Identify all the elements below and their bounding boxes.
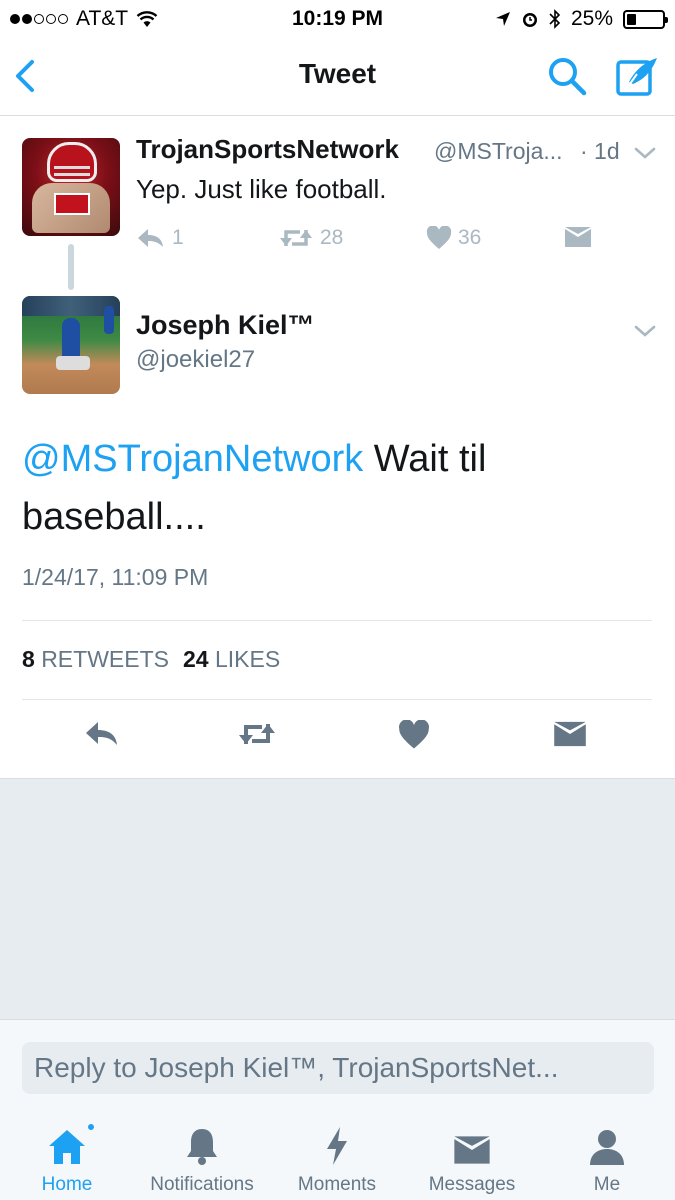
retweet-total: 8 bbox=[22, 646, 35, 672]
nav-bar: Tweet bbox=[0, 38, 675, 116]
retweets-stat[interactable]: 8 RETWEETS bbox=[22, 646, 169, 673]
avatar[interactable] bbox=[22, 296, 120, 394]
tweet-stats: 8 RETWEETS 24 LIKES bbox=[22, 646, 280, 673]
notification-dot bbox=[86, 1122, 96, 1132]
reply-bar: Reply to Joseph Kiel™, TrojanSportsNet..… bbox=[0, 1020, 675, 1110]
lightning-icon bbox=[327, 1127, 347, 1165]
tab-bar: Home Notifications Moments Messages Me bbox=[0, 1110, 675, 1200]
tweet-actions: 1 28 36 bbox=[136, 226, 606, 256]
likes-stat[interactable]: 24 LIKES bbox=[183, 646, 280, 673]
reply-button[interactable]: 1 bbox=[136, 226, 184, 250]
author-name[interactable]: Joseph Kiel™ bbox=[136, 310, 315, 341]
reply-icon[interactable] bbox=[84, 720, 120, 748]
avatar[interactable] bbox=[22, 138, 120, 236]
retweet-count: 28 bbox=[320, 226, 344, 249]
status-bar: AT&T 10:19 PM 25% bbox=[0, 0, 675, 38]
retweet-icon bbox=[280, 230, 312, 246]
tweet-text: Yep. Just like football. bbox=[136, 174, 387, 204]
envelope-icon[interactable] bbox=[553, 720, 587, 748]
author-handle: @MSTroja... bbox=[434, 138, 563, 164]
battery-icon bbox=[623, 9, 668, 29]
tweet-text: @MSTrojanNetwork Wait til baseball.... bbox=[22, 430, 642, 546]
battery-percent: 25% bbox=[570, 7, 613, 30]
tweet-actions bbox=[0, 718, 675, 762]
tab-label: Me bbox=[593, 1174, 621, 1195]
heart-icon bbox=[426, 226, 452, 249]
bluetooth-icon bbox=[549, 9, 561, 29]
tab-label: Notifications bbox=[150, 1174, 254, 1195]
chevron-down-icon[interactable] bbox=[634, 324, 656, 338]
reply-icon bbox=[138, 229, 163, 247]
alarm-icon bbox=[522, 13, 537, 27]
author-name[interactable]: TrojanSportsNetwork bbox=[136, 134, 399, 165]
tab-label: Messages bbox=[428, 1174, 516, 1195]
retweet-icon[interactable] bbox=[236, 720, 278, 748]
retweets-label: RETWEETS bbox=[41, 646, 169, 672]
likes-label: LIKES bbox=[214, 646, 281, 672]
retweet-button[interactable]: 28 bbox=[278, 226, 343, 250]
divider bbox=[22, 699, 652, 700]
tab-moments[interactable]: Moments bbox=[272, 1124, 402, 1196]
divider bbox=[22, 620, 652, 621]
tab-home[interactable]: Home bbox=[2, 1122, 132, 1196]
like-count: 36 bbox=[458, 226, 482, 249]
location-arrow-icon bbox=[495, 12, 510, 26]
empty-replies-area bbox=[0, 778, 675, 1020]
envelope-icon bbox=[454, 1136, 490, 1164]
envelope-icon bbox=[565, 227, 591, 247]
bell-icon bbox=[187, 1129, 217, 1165]
status-right: 25% bbox=[495, 7, 668, 31]
share-dm-button[interactable] bbox=[564, 226, 592, 248]
tab-me[interactable]: Me bbox=[542, 1124, 672, 1196]
mention-link[interactable]: @MSTrojanNetwork bbox=[22, 438, 363, 480]
search-icon[interactable] bbox=[545, 54, 589, 98]
home-icon bbox=[49, 1130, 85, 1164]
tweet-timestamp: 1/24/17, 11:09 PM bbox=[22, 564, 209, 590]
parent-tweet[interactable]: TrojanSportsNetwork @MSTroja... · 1d Yep… bbox=[0, 116, 675, 286]
tweet-age: · 1d bbox=[580, 138, 620, 164]
compose-tweet-icon[interactable] bbox=[613, 52, 661, 100]
tab-label: Moments bbox=[297, 1174, 377, 1195]
reply-input[interactable]: Reply to Joseph Kiel™, TrojanSportsNet..… bbox=[22, 1042, 654, 1094]
thread-connector bbox=[68, 244, 74, 290]
tab-label: Home bbox=[41, 1174, 93, 1195]
author-handle: @joekiel27 bbox=[136, 346, 256, 373]
chevron-down-icon[interactable] bbox=[634, 146, 656, 160]
tab-messages[interactable]: Messages bbox=[407, 1124, 537, 1196]
reply-count: 1 bbox=[172, 226, 184, 249]
tab-notifications[interactable]: Notifications bbox=[137, 1124, 267, 1196]
like-total: 24 bbox=[182, 646, 209, 672]
heart-icon[interactable] bbox=[398, 720, 430, 750]
like-button[interactable]: 36 bbox=[426, 226, 481, 250]
person-icon bbox=[590, 1130, 624, 1165]
